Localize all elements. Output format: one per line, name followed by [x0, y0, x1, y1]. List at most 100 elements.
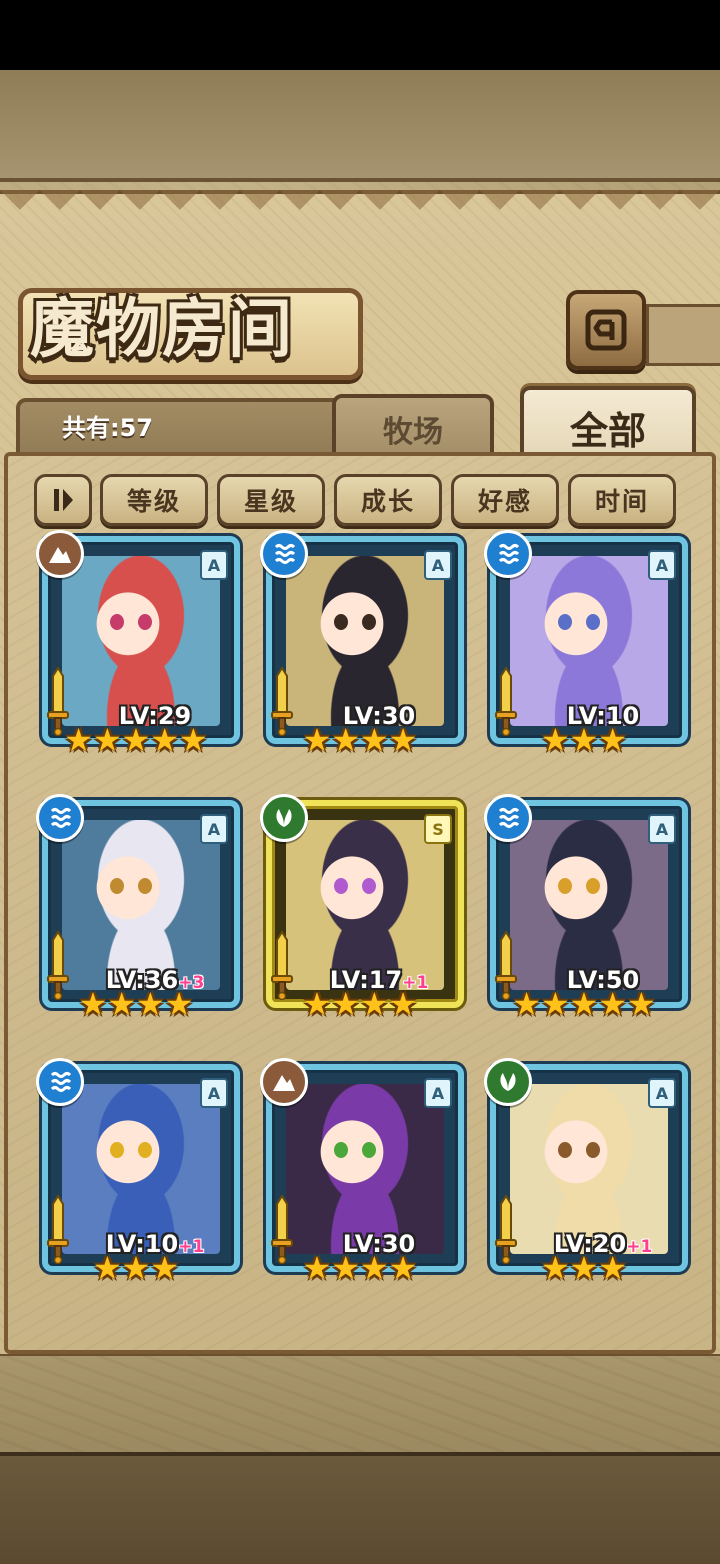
monster-eye [334, 614, 348, 630]
monster-eye [558, 1142, 572, 1158]
monster-face [314, 582, 390, 658]
monster-card[interactable]: A LV:50 ★ ★ ★ ★ ★ [484, 794, 688, 1023]
monster-face [538, 846, 614, 922]
star-icon: ★ [78, 985, 108, 1023]
monster-eye [334, 1142, 348, 1158]
monster-eye [362, 878, 376, 894]
monster-card[interactable]: A LV:29 ★ ★ ★ ★ ★ [36, 530, 240, 756]
monster-face [538, 1110, 614, 1186]
sort-by-star-button[interactable]: 星级 [217, 474, 325, 526]
rank-badge: A [648, 550, 676, 580]
back-button-ledge [646, 304, 720, 366]
star-icon: ★ [569, 721, 599, 759]
monster-card[interactable]: A LV:36+3 ★ ★ ★ ★ [36, 794, 240, 1023]
sort-by-level-button[interactable]: 等级 [100, 474, 208, 526]
earth-element-icon [36, 530, 84, 578]
star-icon: ★ [540, 721, 570, 759]
star-icon: ★ [92, 1249, 122, 1287]
rank-badge: A [200, 1078, 228, 1108]
monster-card[interactable]: A LV:20+1 ★ ★ ★ [484, 1058, 688, 1284]
monster-face [90, 846, 166, 922]
monster-face [314, 846, 390, 922]
star-icon: ★ [331, 985, 360, 1023]
monster-eye [558, 878, 572, 894]
earth-element-icon [260, 1058, 308, 1106]
star-icon: ★ [164, 985, 194, 1023]
star-icon: ★ [331, 1249, 360, 1287]
rank-badge: A [424, 550, 452, 580]
star-rating: ★ ★ ★ [486, 1252, 682, 1284]
sort-order-icon [54, 489, 73, 511]
sort-by-growth-button[interactable]: 成长 [334, 474, 442, 526]
monster-face [90, 582, 166, 658]
star-icon: ★ [512, 985, 541, 1023]
bottom-dark-band [0, 1452, 720, 1564]
star-icon: ★ [360, 721, 389, 759]
sort-by-affection-button[interactable]: 好感 [451, 474, 559, 526]
monster-eye [586, 614, 600, 630]
monster-eye [138, 1142, 152, 1158]
star-icon: ★ [302, 721, 332, 759]
star-icon: ★ [388, 985, 418, 1023]
monster-card[interactable]: S LV:17+1 ★ ★ ★ ★ [260, 794, 464, 1020]
monster-eye [558, 614, 572, 630]
water-element-icon [36, 794, 84, 842]
monster-face [314, 1110, 390, 1186]
monster-face [90, 1110, 166, 1186]
rank-badge: S [424, 814, 452, 844]
star-icon: ★ [569, 985, 599, 1023]
star-icon: ★ [360, 1249, 389, 1287]
monster-eye [586, 1142, 600, 1158]
rank-badge: A [424, 1078, 452, 1108]
monster-eye [110, 614, 124, 630]
star-icon: ★ [388, 1249, 418, 1287]
star-icon: ★ [136, 985, 165, 1023]
monster-eye [110, 878, 124, 894]
back-arrow-icon [585, 309, 627, 351]
monster-card[interactable]: A LV:10+1 ★ ★ ★ [36, 1058, 240, 1284]
monster-eye [110, 1142, 124, 1158]
sort-order-toggle[interactable] [34, 474, 92, 526]
star-icon: ★ [598, 1249, 628, 1287]
star-icon: ★ [302, 1249, 332, 1287]
star-icon: ★ [179, 721, 208, 759]
water-element-icon [484, 530, 532, 578]
star-icon: ★ [150, 721, 180, 759]
rank-badge: A [648, 1078, 676, 1108]
monster-eye [586, 878, 600, 894]
star-icon: ★ [302, 985, 332, 1023]
star-icon: ★ [64, 721, 93, 759]
water-element-icon [36, 1058, 84, 1106]
star-icon: ★ [121, 721, 151, 759]
star-icon: ★ [150, 1249, 180, 1287]
back-button[interactable] [566, 290, 646, 370]
monster-eye [362, 1142, 376, 1158]
monster-card[interactable]: A LV:30 ★ ★ ★ ★ [260, 1058, 464, 1284]
panel-zigzag-trim [0, 190, 720, 230]
star-icon: ★ [107, 985, 136, 1023]
star-rating: ★ ★ ★ ★ [262, 1252, 458, 1284]
nature-element-icon [260, 794, 308, 842]
star-icon: ★ [121, 1249, 151, 1287]
water-element-icon [260, 530, 308, 578]
rank-badge: A [200, 550, 228, 580]
star-rating: ★ ★ ★ [486, 724, 682, 756]
monster-eye [138, 614, 152, 630]
page-title: 魔物房间 [30, 292, 294, 367]
star-icon: ★ [627, 985, 656, 1023]
monster-card[interactable]: A LV:30 ★ ★ ★ ★ [260, 530, 464, 759]
monster-eye [138, 878, 152, 894]
star-rating: ★ ★ ★ ★ ★ [38, 724, 234, 756]
monster-card[interactable]: A LV:10 ★ ★ ★ [484, 530, 688, 756]
monster-eye [334, 878, 348, 894]
star-icon: ★ [388, 721, 418, 759]
star-icon: ★ [92, 721, 122, 759]
star-rating: ★ ★ ★ [38, 1252, 234, 1284]
star-icon: ★ [540, 985, 570, 1023]
star-rating: ★ ★ ★ ★ [262, 988, 458, 1020]
star-icon: ★ [598, 721, 628, 759]
water-element-icon [484, 794, 532, 842]
sort-by-time-button[interactable]: 时间 [568, 474, 676, 526]
star-icon: ★ [360, 985, 389, 1023]
nature-element-icon [484, 1058, 532, 1106]
